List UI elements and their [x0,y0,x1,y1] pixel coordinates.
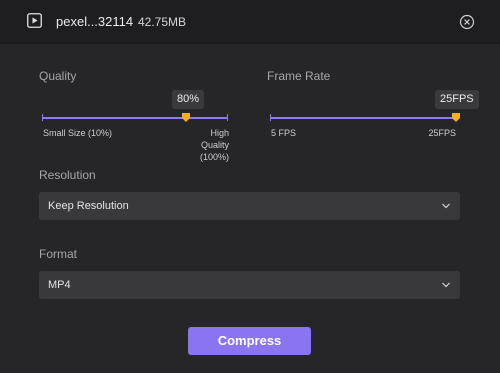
compress-button[interactable]: Compress [188,327,311,355]
close-icon[interactable] [459,14,475,30]
format-select[interactable]: MP4 [39,271,460,299]
frame-rate-value-tooltip: 25FPS [435,90,479,109]
quality-max-label-line1: High [210,128,229,138]
chevron-down-icon [442,282,450,288]
quality-track-end [227,114,228,121]
file-header: pexel...32114 42.75MB [0,0,500,44]
resolution-select[interactable]: Keep Resolution [39,192,460,220]
play-icon [27,13,42,28]
quality-max-label-line2: Quality [200,140,229,150]
file-name: pexel...32114 [56,14,134,29]
format-selected-value: MP4 [48,279,71,291]
quality-track[interactable] [42,117,228,119]
frame-rate-track[interactable] [270,117,457,119]
quality-label: Quality [39,69,77,83]
format-label: Format [39,247,78,261]
resolution-label: Resolution [39,168,96,182]
frame-rate-slider-thumb[interactable] [452,113,460,122]
quality-value-tooltip: 80% [172,90,205,109]
quality-slider-thumb[interactable] [182,113,190,122]
quality-min-label: Small Size (10%) [43,128,113,138]
resolution-selected-value: Keep Resolution [48,200,129,212]
quality-max-label: High Quality (100%) [199,127,229,163]
file-size: 42.75MB [138,15,187,29]
quality-max-label-line3: (100%) [199,152,229,162]
frame-rate-max-label: 25FPS [428,128,456,138]
frame-rate-label: Frame Rate [267,69,331,83]
chevron-down-icon [442,203,450,209]
frame-rate-min-label: 5 FPS [271,128,297,138]
